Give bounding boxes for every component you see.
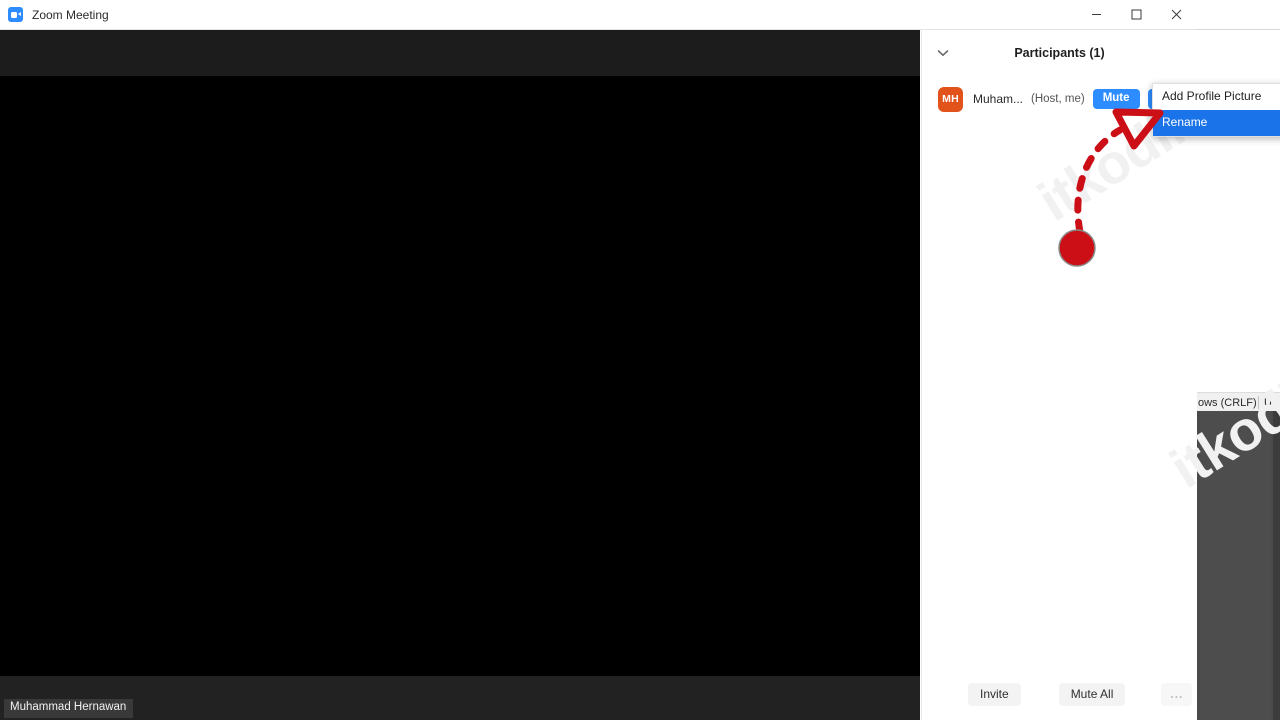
menu-item-add-profile-picture[interactable]: Add Profile Picture xyxy=(1153,84,1280,110)
footer-more-button[interactable]: ... xyxy=(1161,682,1193,706)
menu-item-rename[interactable]: Rename xyxy=(1153,110,1280,136)
participant-role: (Host, me) xyxy=(1031,93,1085,105)
status-line-ending: ows (CRLF) xyxy=(1198,396,1257,409)
participants-footer: Invite Mute All ... xyxy=(922,668,1197,720)
background-app-titlebar xyxy=(1196,0,1280,30)
self-video-nameplate: Muhammad Hernawan xyxy=(4,699,134,718)
participant-context-menu: Add Profile Picture Rename xyxy=(1152,83,1280,137)
avatar: MH xyxy=(938,86,963,112)
zoom-meeting-screenshot: ows (CRLF) U itkoding Zoom Meeting xyxy=(0,0,1280,720)
background-editor-pane: itkoding xyxy=(1196,411,1280,720)
chevron-down-icon[interactable] xyxy=(936,46,950,60)
titlebar: Zoom Meeting xyxy=(0,0,1196,30)
status-encoding: U xyxy=(1264,396,1272,409)
background-editor-scrollbar[interactable] xyxy=(1273,411,1280,720)
minimize-icon[interactable] xyxy=(1076,0,1116,29)
meeting-top-toolbar[interactable] xyxy=(0,30,920,76)
video-stage[interactable] xyxy=(0,76,920,676)
background-app-statusbar: ows (CRLF) U xyxy=(1196,392,1280,413)
window-controls xyxy=(1076,0,1196,29)
meeting-bottom-bar[interactable] xyxy=(0,676,920,720)
maximize-icon[interactable] xyxy=(1116,0,1156,29)
zoom-main-window: Zoom Meeting Muhammad Hernawan Participa… xyxy=(0,0,1239,720)
zoom-camera-icon xyxy=(8,7,23,22)
participant-name: Muham... xyxy=(973,92,1024,106)
close-icon[interactable] xyxy=(1156,0,1196,29)
invite-button[interactable]: Invite xyxy=(968,682,1021,706)
window-title: Zoom Meeting xyxy=(32,7,109,22)
mute-button[interactable]: Mute xyxy=(1092,88,1140,110)
background-editor-surface xyxy=(1200,411,1271,720)
mute-all-button[interactable]: Mute All xyxy=(1058,682,1126,706)
participants-header: Participants (1) xyxy=(922,30,1197,75)
participants-title: Participants (1) xyxy=(1014,45,1105,60)
